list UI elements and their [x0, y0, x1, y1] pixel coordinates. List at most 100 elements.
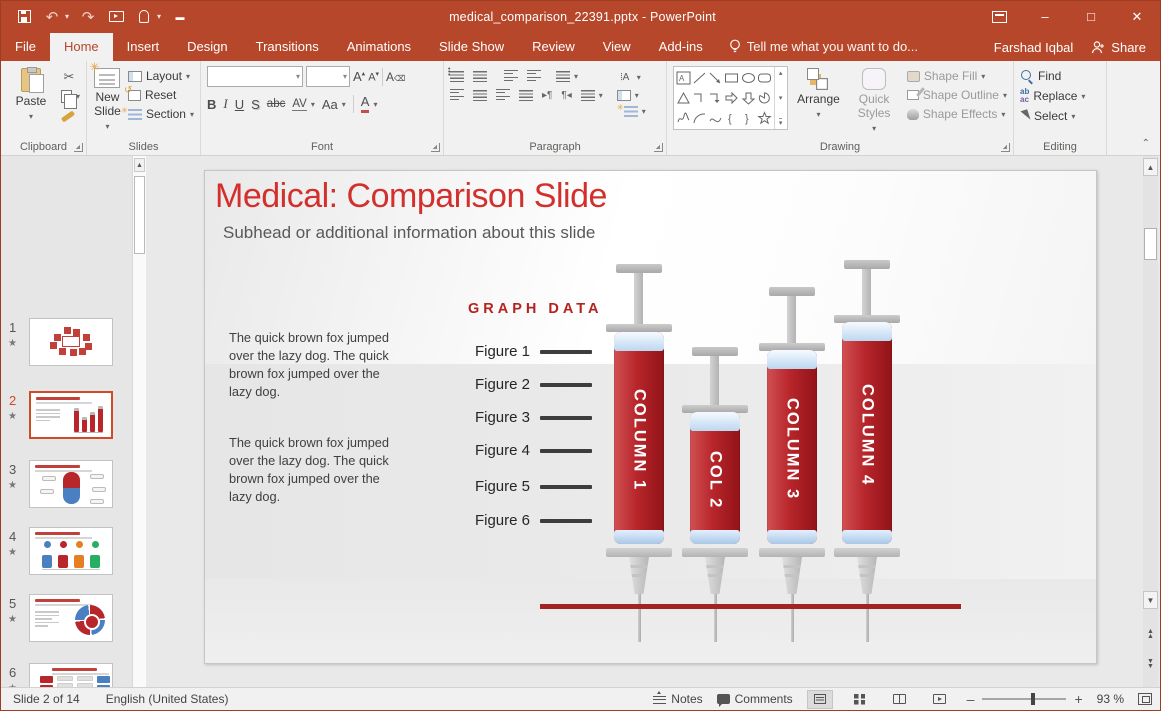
slideshow-view-button[interactable] [927, 690, 953, 709]
shapes-gallery[interactable]: A { } [673, 66, 788, 130]
arrange-button[interactable]: Arrange ▾ [794, 66, 844, 119]
italic-button[interactable]: I [223, 96, 227, 112]
syringe-column-2[interactable]: COL 2 [690, 171, 740, 664]
tab-animations[interactable]: Animations [333, 33, 425, 61]
figure-row[interactable]: Figure 6 [445, 512, 605, 529]
align-right-icon[interactable] [496, 89, 510, 101]
shape-rounded-rectangle-icon[interactable] [757, 71, 772, 85]
fit-slide-to-window-icon[interactable] [1138, 693, 1152, 705]
clipboard-dialog-launcher-icon[interactable] [74, 143, 83, 152]
ltr-text-icon[interactable]: ▸¶ [542, 90, 552, 101]
shapes-scroll-up-icon[interactable]: ▴ [779, 69, 783, 77]
section-button[interactable]: Section▾ [128, 107, 194, 121]
new-slide-button[interactable]: New Slide ▾ [93, 66, 122, 131]
minimize-icon[interactable]: – [1022, 1, 1068, 32]
numbering-icon[interactable] [473, 71, 487, 82]
paragraph-dialog-launcher-icon[interactable] [654, 143, 663, 152]
align-left-icon[interactable] [450, 89, 464, 101]
shape-textbox-icon[interactable]: A [676, 71, 691, 85]
tab-home[interactable]: Home [50, 33, 113, 61]
shape-arc-icon[interactable] [692, 111, 707, 125]
clear-formatting-icon[interactable]: A⌫ [386, 70, 405, 84]
strikethrough-button[interactable]: abc [267, 98, 286, 110]
redo-icon[interactable]: ↷ [79, 8, 97, 26]
change-case-button[interactable]: Aa [322, 97, 338, 112]
drawing-dialog-launcher-icon[interactable] [1001, 143, 1010, 152]
font-color-button[interactable]: A [361, 95, 370, 113]
quick-styles-button[interactable]: Quick Styles ▾ [849, 66, 899, 133]
shape-left-brace-icon[interactable]: { [724, 111, 739, 125]
decrease-indent-icon[interactable] [504, 70, 518, 82]
graph-data-heading[interactable]: GRAPH DATA [468, 301, 603, 317]
body-text-1[interactable]: The quick brown fox jumped over the lazy… [229, 329, 401, 402]
rtl-text-icon[interactable]: ¶◂ [561, 90, 571, 101]
shape-down-arrow-icon[interactable] [741, 91, 756, 105]
shape-curve-icon[interactable] [708, 111, 723, 125]
language-indicator[interactable]: English (United States) [106, 692, 229, 706]
figure-row[interactable]: Figure 4 [445, 442, 605, 459]
underline-button[interactable]: U [235, 97, 244, 112]
align-text-icon[interactable] [617, 90, 631, 101]
line-spacing-icon[interactable] [556, 71, 570, 82]
tab-file[interactable]: File [1, 33, 50, 61]
tab-add-ins[interactable]: Add-ins [645, 33, 717, 61]
signed-in-user[interactable]: Farshad Iqbal [994, 40, 1074, 55]
shape-right-brace-icon[interactable]: } [741, 111, 756, 125]
tab-insert[interactable]: Insert [113, 33, 174, 61]
bold-button[interactable]: B [207, 97, 216, 112]
previous-slide-icon[interactable]: ▲▲ [1143, 630, 1158, 639]
font-name-combobox[interactable]: ▾ [207, 66, 303, 87]
zoom-in-icon[interactable]: + [1074, 692, 1082, 706]
layout-button[interactable]: Layout▾ [128, 69, 194, 83]
tab-design[interactable]: Design [173, 33, 241, 61]
select-button[interactable]: Select▾ [1020, 109, 1085, 123]
zoom-slider-thumb[interactable] [1031, 693, 1035, 705]
shape-rectangle-icon[interactable] [724, 71, 739, 85]
character-spacing-button[interactable]: AV [292, 98, 307, 111]
share-button[interactable]: Share [1091, 40, 1146, 55]
syringe-column-3[interactable]: COLUMN 3 [767, 171, 817, 664]
syringe-column-4[interactable]: COLUMN 4 [842, 171, 892, 664]
shape-oval-icon[interactable] [741, 71, 756, 85]
slide-canvas[interactable]: Medical: Comparison Slide Subhead or add… [204, 170, 1097, 664]
replace-button[interactable]: abacReplace▾ [1020, 88, 1085, 104]
paste-button[interactable]: Paste ▾ [7, 66, 55, 121]
align-center-icon[interactable] [473, 90, 487, 101]
shapes-gallery-scrollbar[interactable]: ▴ ▾ ▾ [774, 67, 787, 129]
shapes-more-icon[interactable]: ▾ [779, 118, 783, 127]
reading-view-button[interactable] [887, 690, 913, 709]
editor-vertical-scrollbar[interactable]: ▲ ▼ ▲▲ ▼▼ [1143, 156, 1158, 687]
font-dialog-launcher-icon[interactable] [431, 143, 440, 152]
scroll-down-icon[interactable]: ▼ [1143, 591, 1158, 609]
decrease-font-size-icon[interactable]: A▾ [368, 70, 379, 84]
customize-qat-icon[interactable]: ▬ [171, 8, 189, 26]
thumbnail-scroll-thumb[interactable] [134, 176, 145, 254]
collapse-ribbon-icon[interactable]: ⌃ [1142, 138, 1150, 149]
columns-icon[interactable] [581, 90, 595, 101]
figure-row[interactable]: Figure 3 [445, 409, 605, 426]
copy-icon[interactable] [61, 90, 72, 103]
shape-effects-button[interactable]: Shape Effects▾ [907, 107, 1007, 121]
slide-subtitle[interactable]: Subhead or additional information about … [223, 223, 595, 243]
reset-button[interactable]: Reset [128, 88, 194, 102]
touch-mode-icon[interactable] [135, 8, 153, 26]
increase-indent-icon[interactable] [527, 70, 541, 82]
syringe-column-1[interactable]: COLUMN 1 [614, 171, 664, 664]
zoom-out-icon[interactable]: – [967, 692, 975, 706]
shape-scribble-icon[interactable] [676, 111, 691, 125]
shape-elbow-arrow-icon[interactable] [708, 91, 723, 105]
shapes-scroll-down-icon[interactable]: ▾ [779, 94, 783, 102]
cut-icon[interactable]: ✂ [61, 69, 77, 85]
increase-font-size-icon[interactable]: A▴ [353, 69, 365, 84]
tab-transitions[interactable]: Transitions [242, 33, 333, 61]
tab-view[interactable]: View [589, 33, 645, 61]
undo-dropdown-icon[interactable]: ▾ [65, 12, 69, 21]
text-direction-icon[interactable]: ⦙A [617, 69, 633, 85]
font-size-combobox[interactable]: ▾ [306, 66, 350, 87]
maximize-icon[interactable]: □ [1068, 1, 1114, 32]
shape-star-icon[interactable] [757, 111, 772, 125]
zoom-level[interactable]: 93 % [1097, 692, 1124, 706]
body-text-2[interactable]: The quick brown fox jumped over the lazy… [229, 434, 401, 507]
shape-right-arrow-icon[interactable] [724, 91, 739, 105]
normal-view-button[interactable] [807, 690, 833, 709]
